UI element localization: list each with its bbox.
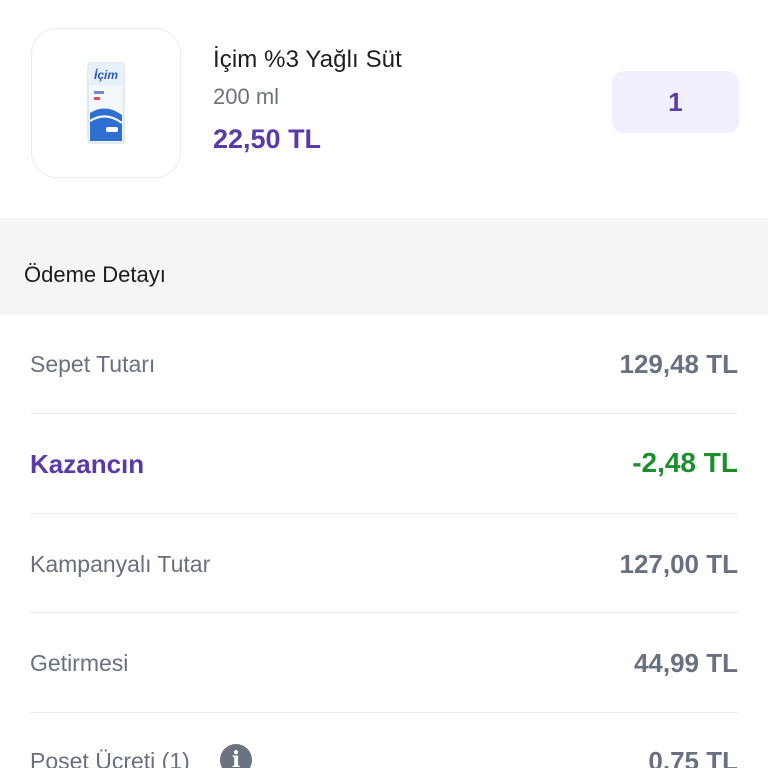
quantity-button[interactable]: 1 — [612, 71, 739, 133]
campaign-total-row: Kampanyalı Tutar 127,00 TL — [30, 547, 738, 583]
campaign-total-value: 127,00 TL — [619, 549, 738, 579]
basket-total-label: Sepet Tutarı — [30, 351, 156, 377]
bag-fee-value: 0,75 TL — [648, 746, 738, 768]
info-icon[interactable]: i — [220, 744, 252, 768]
divider — [30, 712, 738, 713]
bag-fee-label: Poşet Ücreti (1) — [30, 748, 190, 768]
product-name: İçim %3 Yağlı Süt — [213, 46, 402, 73]
campaign-total-label: Kampanyalı Tutar — [30, 551, 211, 577]
divider — [30, 513, 738, 514]
delivery-fee-label: Getirmesi — [30, 650, 129, 676]
payment-details-title: Ödeme Detayı — [24, 262, 166, 287]
product-price: 22,50 TL — [213, 124, 322, 154]
product-thumbnail[interactable]: İçim — [31, 28, 181, 178]
delivery-fee-row: Getirmesi 44,99 TL — [30, 646, 738, 682]
savings-label: Kazancın — [30, 449, 145, 479]
basket-total-value: 129,48 TL — [619, 349, 738, 379]
divider — [30, 413, 738, 414]
delivery-fee-value: 44,99 TL — [633, 648, 738, 678]
cart-item: İçim İçim %3 Yağlı Süt 200 ml 22,50 TL 1 — [0, 0, 768, 218]
savings-row: Kazancın -2,48 TL — [30, 446, 738, 484]
savings-value: -2,48 TL — [632, 447, 738, 478]
basket-total-row: Sepet Tutarı 129,48 TL — [30, 347, 738, 383]
milk-carton-image: İçim — [87, 62, 125, 144]
cart-summary-screen: İçim İçim %3 Yağlı Süt 200 ml 22,50 TL 1… — [0, 0, 768, 768]
product-size: 200 ml — [213, 84, 280, 109]
divider — [30, 612, 738, 613]
product-image-brand: İçim — [94, 67, 118, 82]
bag-fee-row: Poşet Ücreti (1) 0,75 TL — [30, 744, 738, 768]
